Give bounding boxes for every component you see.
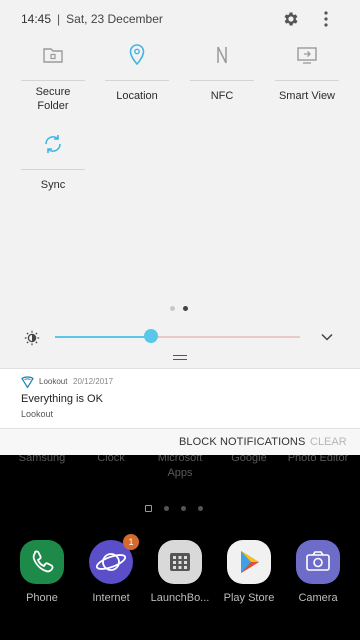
app-label-samsung[interactable]: Samsung [2, 455, 82, 466]
tile-divider [275, 80, 339, 81]
play-triangle-icon [241, 551, 259, 573]
tile-divider [21, 169, 85, 170]
internet-planet-icon: 1 [89, 534, 139, 584]
brightness-row [0, 324, 360, 350]
launchbox-grid-icon [170, 553, 190, 571]
location-pin-icon [129, 44, 145, 66]
notification-badge: 1 [123, 534, 139, 550]
secure-folder-icon [43, 48, 63, 63]
brightness-icon [24, 330, 40, 346]
tile-label: Smart View [278, 90, 336, 102]
home-page-dot [198, 506, 203, 511]
home-screen: Samsung Clock Microsoft Apps Google Photo… [0, 455, 360, 640]
notification-time: 20/12/2017 [73, 377, 114, 386]
more-options-icon[interactable] [321, 10, 331, 28]
clear-button[interactable]: CLEAR [310, 436, 347, 448]
home-app-labels: Samsung Clock Microsoft Apps Google Photo… [0, 455, 360, 481]
status-date: Sat, 23 December [66, 12, 163, 26]
app-label-clock[interactable]: Clock [71, 455, 151, 466]
dock-app-launchbox[interactable]: LaunchBo... [150, 540, 210, 604]
dock-app-name: Phone [26, 592, 58, 604]
chevron-down-icon[interactable] [320, 331, 334, 343]
home-page-dot [181, 506, 186, 511]
dock-app-play-store[interactable]: Play Store [219, 540, 279, 604]
tile-divider [105, 80, 169, 81]
camera-icon [296, 540, 340, 584]
sync-icon [45, 135, 61, 153]
tile-divider [190, 80, 254, 81]
brightness-thumb[interactable] [143, 329, 158, 343]
page-dot-active [183, 306, 188, 311]
brightness-fill [55, 336, 151, 338]
page-dot [170, 306, 175, 311]
dock-app-phone[interactable]: Phone [12, 540, 72, 604]
tile-label: NFC [210, 90, 234, 102]
status-separator: | [57, 12, 61, 26]
dock-app-name: Camera [298, 592, 338, 604]
status-time: 14:45 [21, 12, 52, 26]
notification-actions: BLOCK NOTIFICATIONS CLEAR [0, 428, 360, 455]
app-label-google[interactable]: Google [209, 455, 289, 466]
gear-icon[interactable] [282, 10, 300, 28]
brightness-slider[interactable] [55, 336, 300, 338]
dock-app-name: LaunchBo... [150, 592, 210, 604]
smart-view-icon [297, 47, 317, 64]
status-bar: 14:45 | Sat, 23 December [0, 0, 360, 38]
phone-icon [20, 540, 64, 584]
dock-app-camera[interactable]: Camera [288, 540, 348, 604]
tile-label: Sync [40, 179, 66, 191]
dock-app-name: Play Store [223, 592, 275, 604]
home-page-icon [145, 505, 152, 512]
tile-label: Secure Folder [35, 86, 71, 112]
camera-body-icon [306, 551, 330, 571]
play-store-icon [227, 540, 271, 584]
dock-app-internet[interactable]: 1 Internet [81, 534, 141, 604]
notification-app-name: Lookout [39, 377, 68, 386]
notification-shade: 14:45 | Sat, 23 December Secure Folder Lo… [0, 0, 360, 455]
shade-handle[interactable] [173, 355, 187, 360]
tile-label: Location [116, 90, 158, 102]
home-page-indicator [145, 505, 203, 512]
tile-divider [21, 80, 85, 81]
app-label-microsoft-apps[interactable]: Microsoft Apps [140, 455, 220, 481]
notification-title: Everything is OK [21, 393, 103, 405]
dock-app-name: Internet [92, 592, 130, 604]
app-label-photo-editor[interactable]: Photo Editor [278, 455, 358, 466]
notification-subtitle: Lookout [21, 409, 54, 419]
phone-handset-icon [32, 550, 54, 573]
nfc-icon [217, 46, 227, 64]
block-notifications-button[interactable]: BLOCK NOTIFICATIONS [179, 436, 305, 448]
launchbox-icon [158, 540, 202, 584]
page-indicator [170, 306, 188, 311]
home-page-dot [164, 506, 169, 511]
lookout-shield-icon [21, 376, 34, 388]
notification-card[interactable]: Lookout 20/12/2017 Everything is OK Look… [0, 368, 360, 428]
